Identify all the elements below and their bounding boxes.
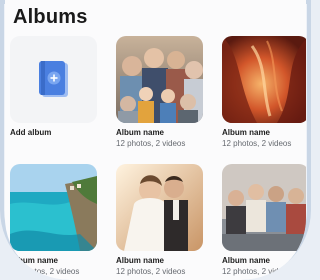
album-meta: 12 photos, 2 videos (10, 267, 80, 276)
page-title: Albums (13, 6, 88, 28)
red-canyon-rock (222, 36, 306, 123)
album-card[interactable]: Album name 12 photos, 2 videos (222, 36, 306, 148)
album-name: Album name (222, 128, 271, 137)
album-thumbnail[interactable] (116, 164, 203, 251)
add-photo-album-icon (39, 61, 68, 97)
album-name: Album name (116, 256, 165, 265)
add-album-thumbnail[interactable] (10, 36, 97, 123)
family-group-photo (116, 36, 203, 123)
album-card[interactable]: Album name 12 photos, 2 videos (116, 164, 203, 276)
album-name: Album name (10, 256, 59, 265)
album-name: Album name (116, 128, 165, 137)
album-thumbnail[interactable] (222, 164, 306, 251)
device-frame: Albums Add album Album name 12 photos, 2… (0, 0, 311, 280)
albums-grid: Add album Album name 12 photos, 2 videos… (10, 36, 306, 276)
friends-on-sofa (222, 164, 306, 251)
album-thumbnail[interactable] (222, 36, 306, 123)
album-meta: 12 photos, 2 videos (222, 267, 292, 276)
add-album-card[interactable]: Add album (10, 36, 97, 148)
turquoise-coastal-bay (10, 164, 97, 251)
add-album-label: Add album (10, 128, 52, 137)
album-card[interactable]: Album name 12 photos, 2 videos (222, 164, 306, 276)
album-meta: 12 photos, 2 videos (222, 139, 292, 148)
album-meta: 12 photos, 2 videos (116, 267, 186, 276)
album-thumbnail[interactable] (116, 36, 203, 123)
album-meta: 12 photos, 2 videos (116, 139, 186, 148)
album-thumbnail[interactable] (10, 164, 97, 251)
album-card[interactable]: Album name 12 photos, 2 videos (116, 36, 203, 148)
album-name: Album name (222, 256, 271, 265)
wedding-couple (116, 164, 203, 251)
albums-screen: Albums Add album Album name 12 photos, 2… (5, 0, 306, 280)
album-card[interactable]: Album name 12 photos, 2 videos (10, 164, 97, 276)
